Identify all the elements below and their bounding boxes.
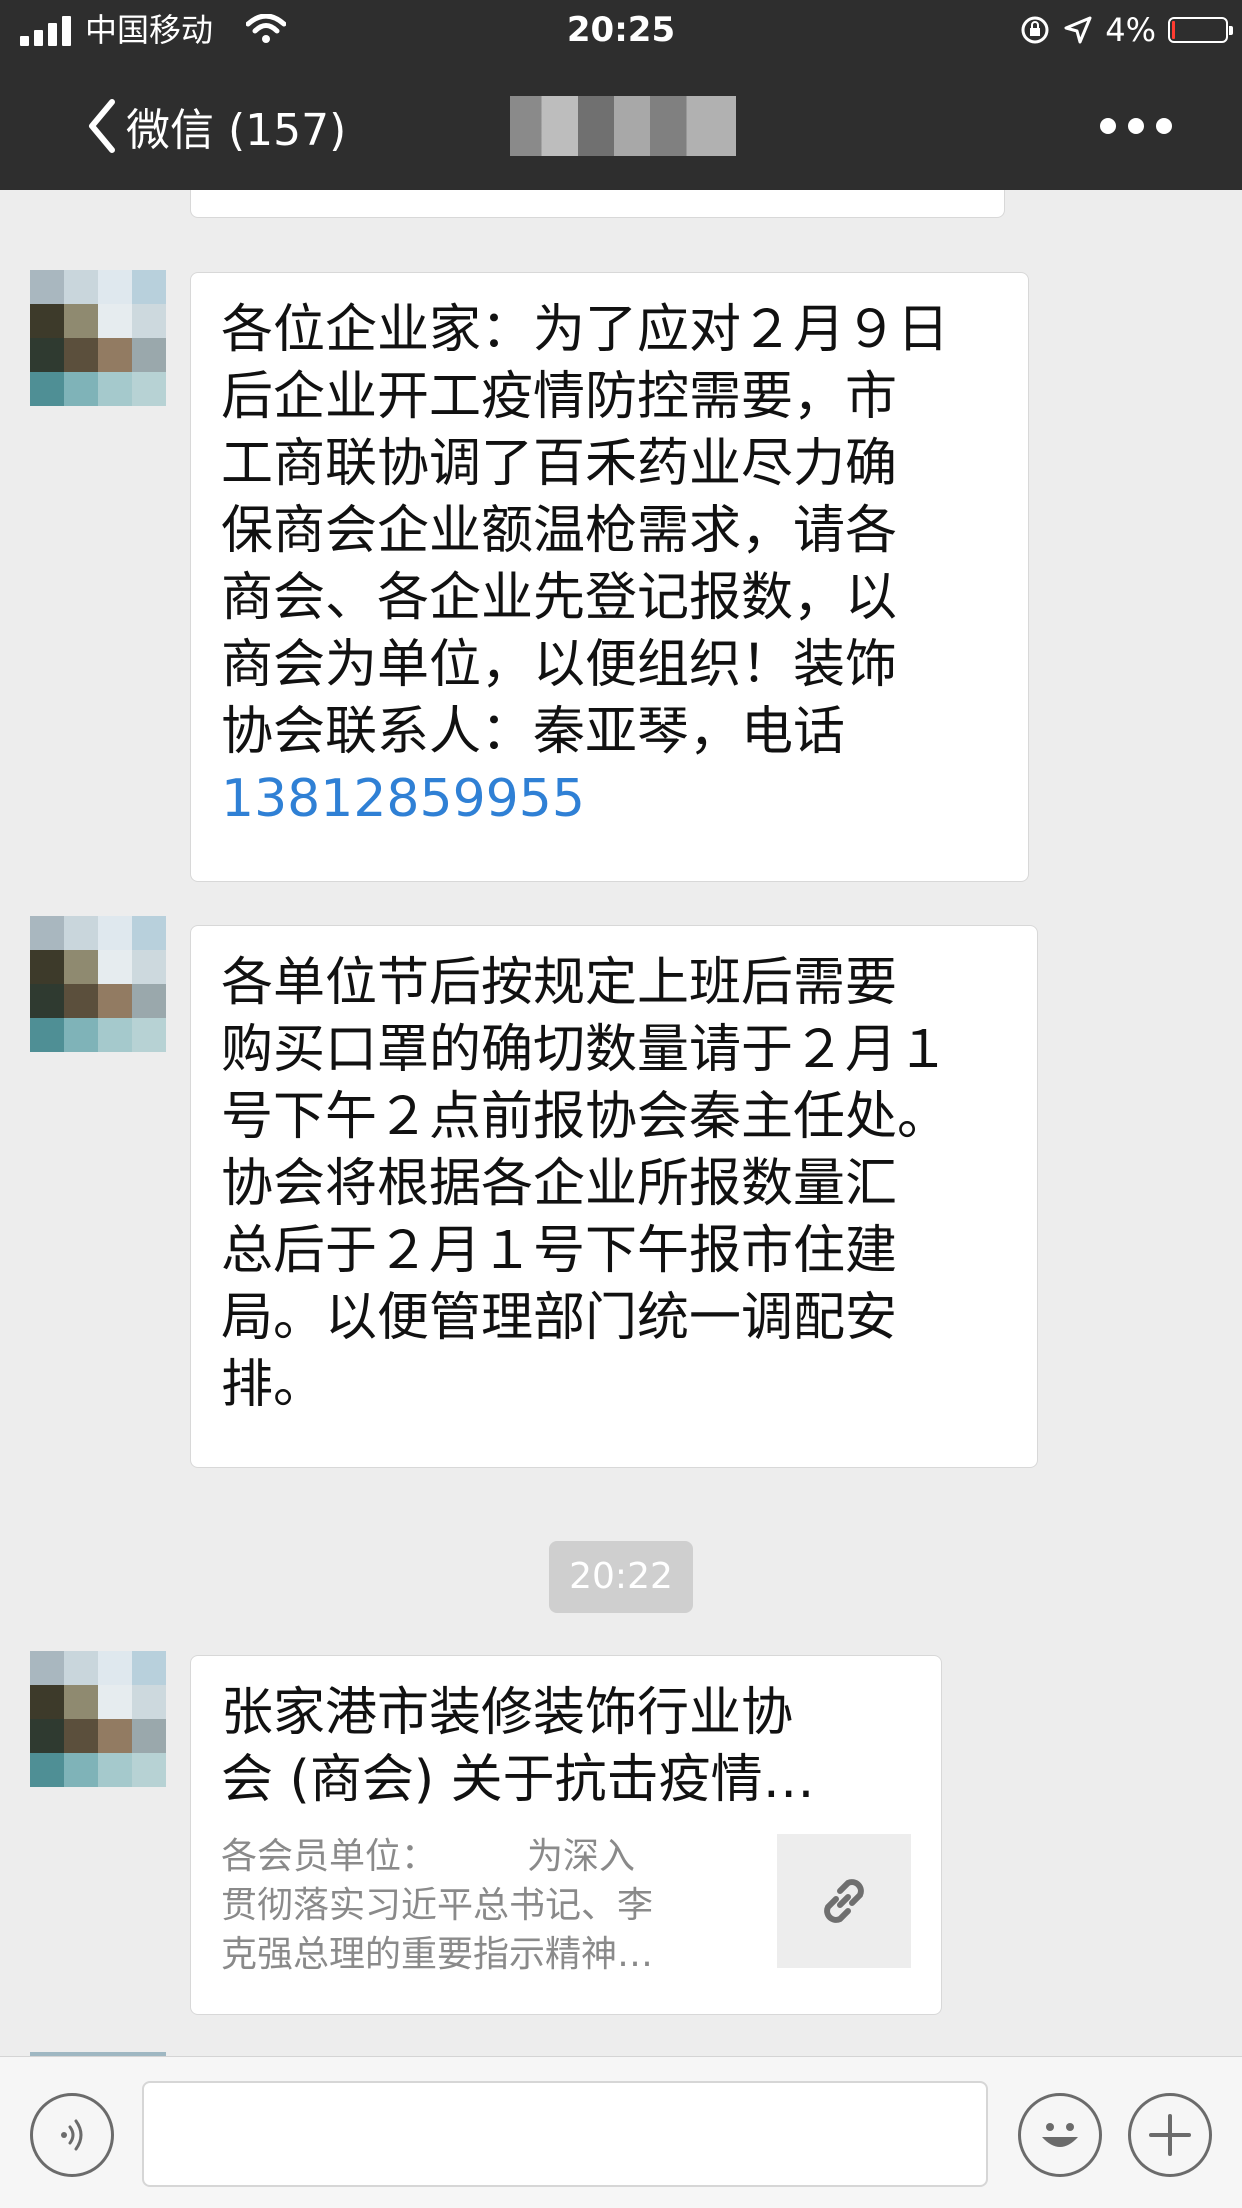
emoji-icon [1042,2123,1078,2147]
input-bar [0,2056,1242,2208]
message-text: 各单位节后按规定上班后需要 购买口罩的确切数量请于２月１ 号下午２点前报协会秦主… [221,953,950,1415]
more-button[interactable] [1100,110,1172,142]
status-right: 4% [1019,8,1233,52]
chevron-left-icon [89,99,115,153]
link-card[interactable]: 张家港市装修装饰行业协 会 (商会) 关于抗击疫情… 各会员单位： 为深入 贯彻… [190,1655,942,2015]
link-icon [824,1879,864,1923]
more-dot [1128,118,1144,134]
emoji-button[interactable] [1018,2093,1102,2177]
link-thumbnail [777,1834,911,1968]
link-title: 张家港市装修装饰行业协 会 (商会) 关于抗击疫情… [221,1680,861,1814]
location-icon [1064,16,1092,44]
voice-icon [61,2119,83,2151]
plus-icon [1149,2114,1191,2156]
avatar[interactable] [30,270,166,406]
battery-icon [1168,17,1233,43]
battery-level [1172,21,1175,39]
phone-number-link[interactable]: 13812859955 [221,769,585,829]
message-text: 各位企业家：为了应对２月９日 后企业开工疫情防控需要，市 工商联协调了百禾药业尽… [221,297,949,833]
status-bar: 中国移动 20:25 4% [0,0,1242,62]
more-dot [1156,118,1172,134]
chat-area[interactable]: 各位企业家：为了应对２月９日 后企业开工疫情防控需要，市 工商联协调了百禾药业尽… [0,190,1242,2056]
nav-bar: 微信 (157) [0,62,1242,190]
more-dots-icon [1100,118,1116,134]
message-bubble[interactable]: 各单位节后按规定上班后需要 购买口罩的确切数量请于２月１ 号下午２点前报协会秦主… [190,925,1038,1468]
link-title-line: 张家港市装修装饰行业协 [221,1683,794,1743]
link-title-line: 会 (商会) 关于抗击疫情… [221,1750,815,1810]
back-button[interactable]: 微信 (157) [86,92,346,160]
message-bubble[interactable]: 各位企业家：为了应对２月９日 后企业开工疫情防控需要，市 工商联协调了百禾药业尽… [190,272,1029,882]
back-label: 微信 (157) [126,105,347,156]
chat-title-blurred [510,96,736,156]
link-description: 各会员单位： 为深入 贯彻落实习近平总书记、李 克强总理的重要指示精神… [221,1836,654,1975]
avatar[interactable] [30,1651,166,1787]
timestamp: 20:22 [549,1541,693,1613]
add-button[interactable] [1128,2093,1212,2177]
message-body: 各位企业家：为了应对２月９日 后企业开工疫情防控需要，市 工商联协调了百禾药业尽… [221,300,950,762]
orientation-lock-icon [1021,16,1049,44]
message-input[interactable] [142,2081,988,2187]
avatar[interactable] [30,916,166,1052]
voice-button[interactable] [30,2093,114,2177]
battery-percent: 4% [1105,11,1156,49]
previous-message-bubble[interactable] [190,190,1005,218]
